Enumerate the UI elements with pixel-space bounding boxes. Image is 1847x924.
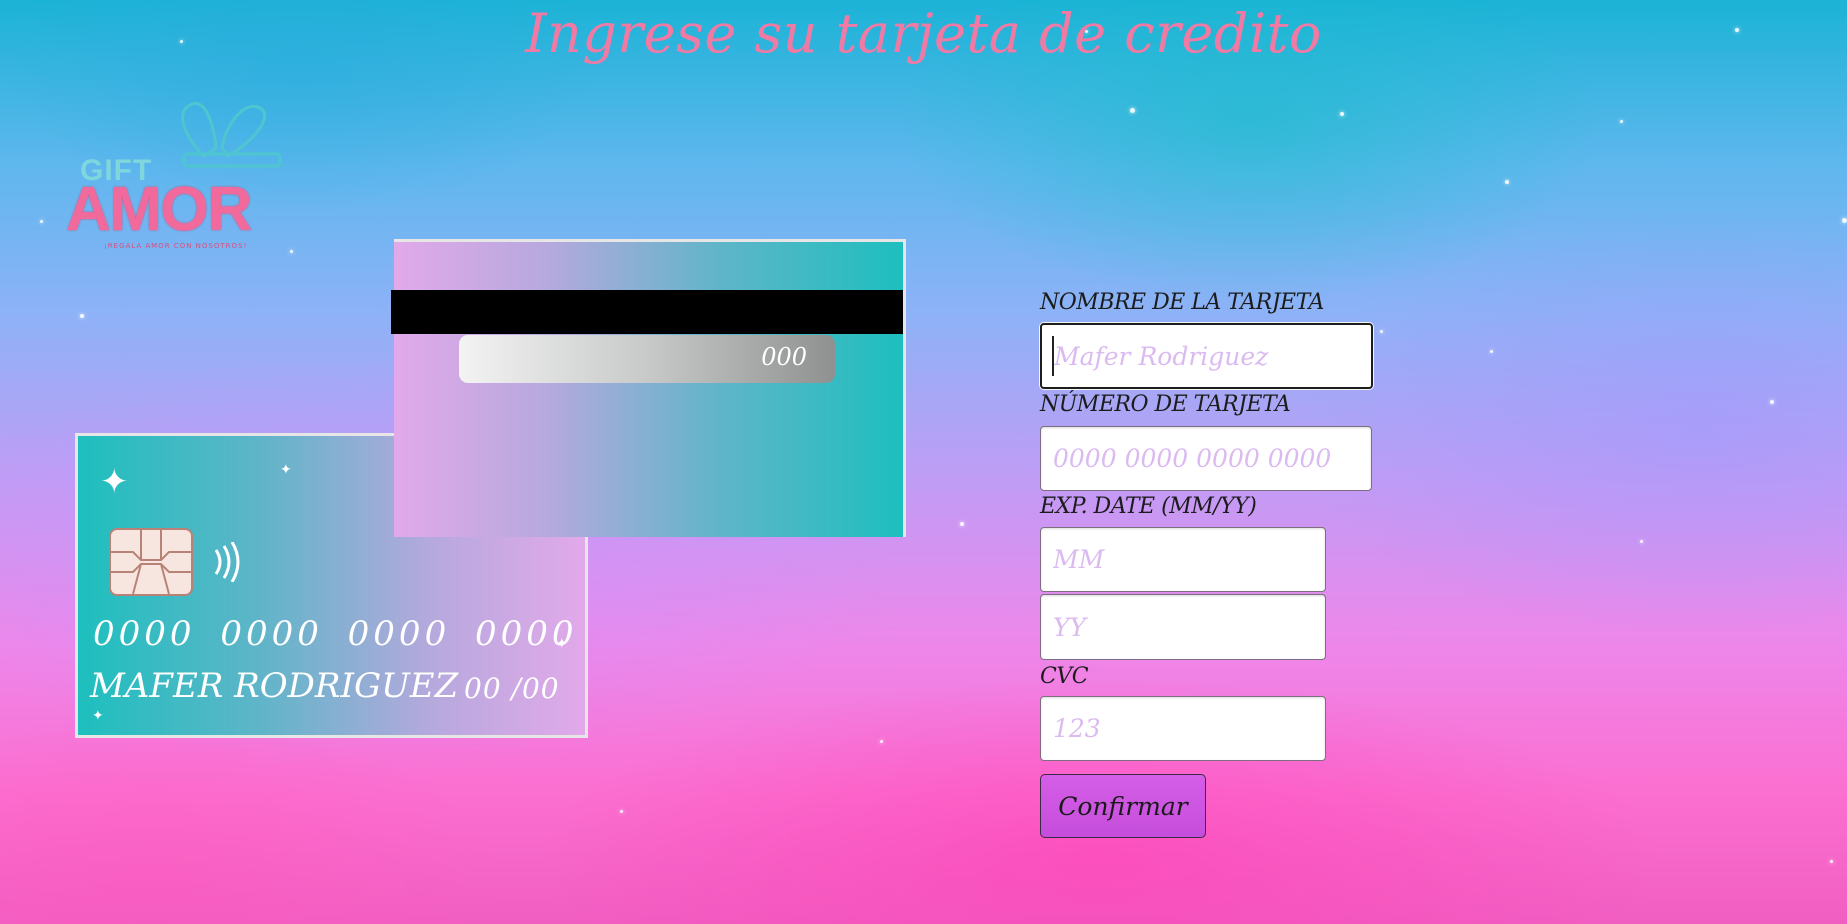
text-caret [1052,336,1054,376]
sparkle-icon: ✦ [280,462,292,478]
card-holder-display: MAFER RODRIGUEZ [90,666,459,706]
page-title: Ingrese su tarjeta de credito [525,2,1322,65]
exp-year-input[interactable] [1040,594,1326,660]
sparkle-icon: ✦ [100,462,129,502]
gift-amor-logo: GIFT AMOR ¡REGALA AMOR CON NOSOTROS! [64,96,294,266]
contactless-icon [214,542,240,582]
card-expiry-display: 00 /00 [464,672,560,705]
cvc-input[interactable] [1040,696,1326,761]
signature-strip: 000 [459,335,835,383]
card-name-input[interactable] [1040,323,1373,389]
sparkle-icon: ✦ [92,708,104,724]
card-number-label: NÚMERO DE TARJETA [1040,392,1291,417]
logo-tagline: ¡REGALA AMOR CON NOSOTROS! [104,242,248,250]
logo-amor-text: AMOR [66,175,252,244]
card-name-label: NOMBRE DE LA TARJETA [1040,290,1324,315]
exp-month-input[interactable] [1040,527,1326,592]
card-number-display: 0000 0000 0000 0000 [93,614,578,654]
exp-date-label: EXP. DATE (MM/YY) [1040,494,1257,519]
magnetic-stripe [391,290,903,334]
gift-bow-icon [181,101,282,168]
cvc-label: CVC [1040,664,1089,689]
confirm-button[interactable]: Confirmar [1040,774,1206,838]
card-number-input[interactable] [1040,426,1372,491]
card-cvc-display: 000 [761,343,807,371]
credit-card-back: 000 [391,239,906,537]
chip-icon [109,528,193,596]
